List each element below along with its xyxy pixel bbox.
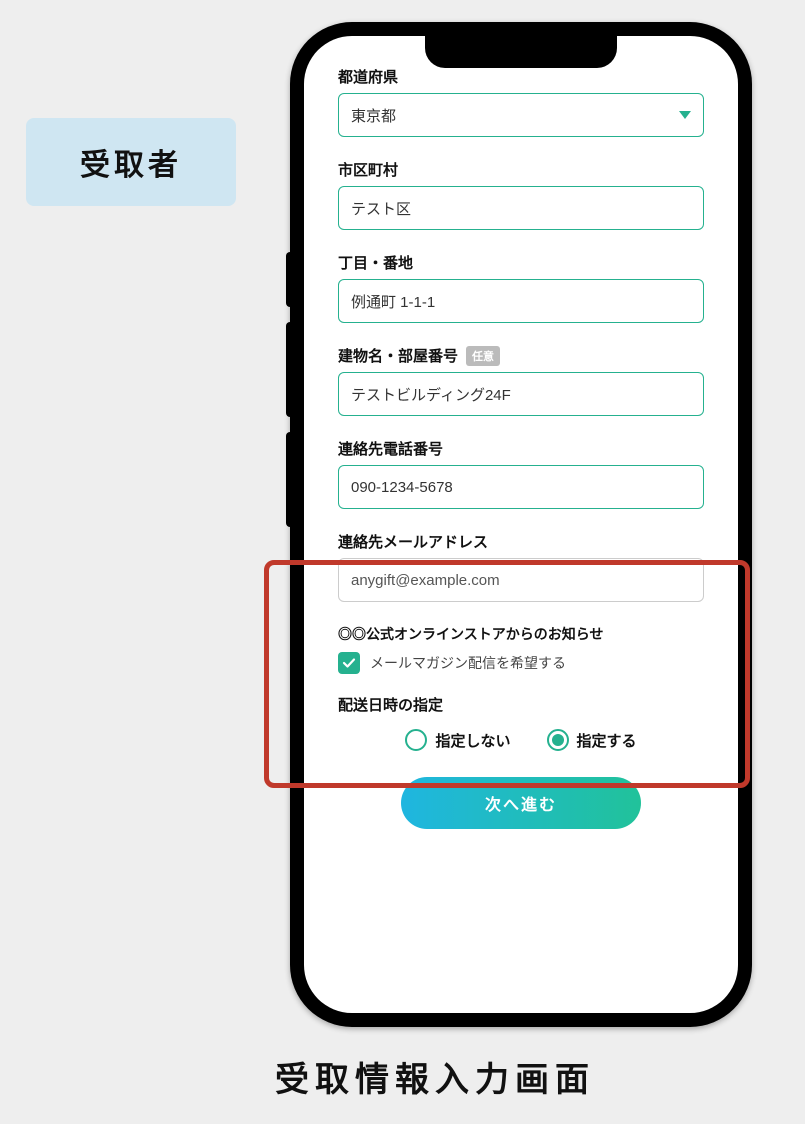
field-city: 市区町村 テスト区 bbox=[338, 151, 704, 230]
screen-caption: 受取情報入力画面 bbox=[275, 1052, 595, 1101]
input-building[interactable]: テストビルディング24F bbox=[338, 372, 704, 416]
label-prefecture: 都道府県 bbox=[338, 66, 398, 87]
delivery-title: 配送日時の指定 bbox=[338, 694, 704, 715]
radio-label-specify: 指定する bbox=[577, 730, 637, 751]
checkbox-icon bbox=[338, 652, 360, 674]
input-street[interactable]: 例通町 1-1-1 bbox=[338, 279, 704, 323]
label-phone: 連絡先電話番号 bbox=[338, 438, 443, 459]
label-email: 連絡先メールアドレス bbox=[338, 531, 488, 552]
select-prefecture-value: 東京都 bbox=[351, 105, 396, 126]
chevron-down-icon bbox=[679, 111, 691, 119]
input-email[interactable]: anygift@example.com bbox=[338, 558, 704, 602]
field-email: 連絡先メールアドレス anygift@example.com bbox=[338, 523, 704, 602]
input-city[interactable]: テスト区 bbox=[338, 186, 704, 230]
input-phone[interactable]: 090-1234-5678 bbox=[338, 465, 704, 509]
phone-screen: 都道府県 東京都 市区町村 テスト区 丁目・番地 例通町 1-1-1 建物名・部… bbox=[304, 36, 738, 1013]
optional-badge: 任意 bbox=[466, 346, 500, 366]
field-phone: 連絡先電話番号 090-1234-5678 bbox=[338, 430, 704, 509]
newsletter-checkbox-label: メールマガジン配信を希望する bbox=[370, 653, 566, 673]
field-building: 建物名・部屋番号 任意 テストビルディング24F bbox=[338, 337, 704, 416]
newsletter-title: ◎◎公式オンラインストアからのお知らせ bbox=[338, 624, 704, 644]
label-city: 市区町村 bbox=[338, 159, 398, 180]
next-button[interactable]: 次へ進む bbox=[401, 777, 641, 829]
select-prefecture[interactable]: 東京都 bbox=[338, 93, 704, 137]
radio-specify[interactable]: 指定する bbox=[547, 729, 637, 751]
phone-frame: 都道府県 東京都 市区町村 テスト区 丁目・番地 例通町 1-1-1 建物名・部… bbox=[290, 22, 752, 1027]
field-street: 丁目・番地 例通町 1-1-1 bbox=[338, 244, 704, 323]
field-prefecture: 都道府県 東京都 bbox=[338, 58, 704, 137]
label-building: 建物名・部屋番号 bbox=[338, 345, 458, 366]
phone-notch bbox=[425, 36, 617, 68]
radio-label-no-specify: 指定しない bbox=[435, 730, 510, 751]
radio-icon-selected bbox=[547, 729, 569, 751]
newsletter-checkbox-row[interactable]: メールマガジン配信を希望する bbox=[338, 652, 704, 674]
radio-icon bbox=[405, 729, 427, 751]
side-label-recipient: 受取者 bbox=[26, 118, 236, 206]
label-street: 丁目・番地 bbox=[338, 252, 413, 273]
radio-no-specify[interactable]: 指定しない bbox=[405, 729, 510, 751]
